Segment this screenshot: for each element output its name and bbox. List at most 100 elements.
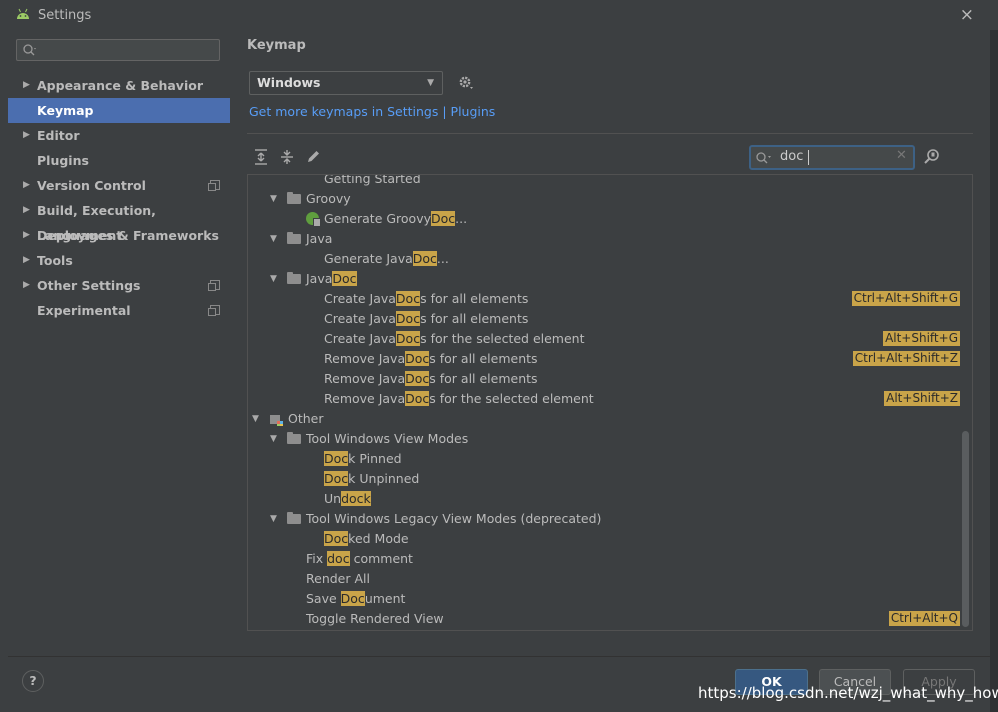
pencil-icon[interactable] xyxy=(306,149,321,164)
tree-action-row[interactable]: Getting Started xyxy=(248,174,960,189)
collapse-arrow-icon[interactable]: ▼ xyxy=(270,229,277,249)
tree-item-label: Remove JavaDocs for all elements xyxy=(324,349,538,369)
expand-arrow-icon[interactable]: ▶ xyxy=(23,73,30,98)
tree-action-row[interactable]: Dock Pinned xyxy=(248,449,960,469)
sidebar-search[interactable] xyxy=(16,39,220,61)
sidebar-item-build-execution-deployment[interactable]: ▶ Build, Execution, Deployment xyxy=(8,198,230,243)
tree-action-row[interactable]: Dock Unpinned xyxy=(248,469,960,489)
sidebar-search-input[interactable] xyxy=(41,42,215,60)
label-text: s for the selected element xyxy=(420,331,585,346)
expand-arrow-icon[interactable]: ▶ xyxy=(23,123,30,148)
sidebar-item-experimental[interactable]: Experimental xyxy=(8,298,230,323)
label-text: Create Java xyxy=(324,311,396,326)
tree-action-row[interactable]: Undock xyxy=(248,489,960,509)
expand-arrow-icon[interactable]: ▶ xyxy=(23,273,30,298)
collapse-arrow-icon[interactable]: ▼ xyxy=(270,189,277,209)
label-text: Save xyxy=(306,591,341,606)
expand-all-icon[interactable] xyxy=(254,149,268,165)
collapse-arrow-icon[interactable]: ▼ xyxy=(270,429,277,449)
search-match-highlight: Doc xyxy=(405,391,430,406)
project-scope-icon xyxy=(208,305,220,316)
tree-action-row[interactable]: Create JavaDocs for all elements xyxy=(248,309,960,329)
tree-item-label: Generate GroovyDoc... xyxy=(324,209,467,229)
tree-action-row[interactable]: Docked Mode xyxy=(248,529,960,549)
label-text: k Unpinned xyxy=(348,471,420,486)
collapse-all-icon[interactable] xyxy=(280,149,294,165)
settings-nav: ▶ Appearance & Behavior Keymap ▶ Editor Plugi… xyxy=(8,73,230,323)
keymap-search-input[interactable]: doc xyxy=(780,149,803,164)
tree-group-row[interactable]: ▼ Tool Windows Legacy View Modes (depreca… xyxy=(248,509,960,529)
tree-action-row[interactable]: Generate JavaDoc... xyxy=(248,249,960,269)
label-text: Tool Windows Legacy View Modes (deprecat… xyxy=(306,511,602,526)
search-match-highlight: Doc xyxy=(395,331,421,346)
collapse-arrow-icon[interactable]: ▼ xyxy=(252,409,259,429)
get-more-keymaps-link[interactable]: Get more keymaps in Settings | Plugins xyxy=(249,104,495,119)
keymap-dropdown-value: Windows xyxy=(257,75,321,90)
sidebar-item-version-control[interactable]: ▶ Version Control xyxy=(8,173,230,198)
tree-action-row[interactable]: Render All xyxy=(248,569,960,589)
background-strip xyxy=(990,0,998,712)
sidebar-item-other-settings[interactable]: ▶ Other Settings xyxy=(8,273,230,298)
tree-action-row[interactable]: Save Document xyxy=(248,589,960,609)
sidebar-item-keymap[interactable]: Keymap xyxy=(8,98,230,123)
collapse-arrow-icon[interactable]: ▼ xyxy=(270,269,277,289)
keymap-search-field[interactable]: doc ✕ xyxy=(749,145,915,170)
vertical-scrollbar[interactable] xyxy=(962,431,969,627)
tree-action-row[interactable]: Fix doc comment xyxy=(248,549,960,569)
label-text: Create Java xyxy=(324,291,396,306)
tree-action-row[interactable]: Generate GroovyDoc... xyxy=(248,209,960,229)
folder-icon xyxy=(287,232,301,244)
tree-group-row[interactable]: ▼ Other xyxy=(248,409,960,429)
project-scope-icon xyxy=(208,180,220,191)
groovy-icon xyxy=(306,212,321,227)
tree-action-row[interactable]: Toggle Rendered View Ctrl+Alt+Q xyxy=(248,609,960,629)
shortcut-badge: Ctrl+Alt+Shift+G xyxy=(851,291,960,306)
expand-arrow-icon[interactable]: ▶ xyxy=(23,173,30,198)
expand-arrow-icon[interactable]: ▶ xyxy=(23,223,30,248)
label-text: ked Mode xyxy=(348,531,409,546)
sidebar-item-editor[interactable]: ▶ Editor xyxy=(8,123,230,148)
chevron-down-icon: ▼ xyxy=(427,78,434,88)
tree-action-row[interactable]: Create JavaDocs for all elements Ctrl+Alt… xyxy=(248,289,960,309)
folder-icon xyxy=(287,512,301,524)
tree-group-row[interactable]: ▼ Java xyxy=(248,229,960,249)
tree-group-row[interactable]: ▼ Groovy xyxy=(248,189,960,209)
project-scope-icon xyxy=(208,280,220,291)
tree-group-row[interactable]: ▼ Tool Windows View Modes xyxy=(248,429,960,449)
search-match-highlight: Doc xyxy=(332,271,357,286)
expand-arrow-icon[interactable]: ▶ xyxy=(23,198,30,223)
tree-item-label: Render All xyxy=(306,569,370,589)
tree-item-label: Other xyxy=(288,409,324,429)
sidebar-item-plugins[interactable]: Plugins xyxy=(8,148,230,173)
search-icon xyxy=(23,44,36,56)
tree-item-label: Tool Windows View Modes xyxy=(306,429,468,449)
clear-icon[interactable]: ✕ xyxy=(896,148,907,163)
tree-action-row[interactable]: Create JavaDocs for the selected element… xyxy=(248,329,960,349)
sidebar-item-tools[interactable]: ▶ Tools xyxy=(8,248,230,273)
label-text: Un xyxy=(324,491,342,506)
tree-action-row[interactable]: Remove JavaDocs for all elements Ctrl+Alt… xyxy=(248,349,960,369)
sidebar-item-label: Version Control xyxy=(37,178,146,193)
collapse-arrow-icon[interactable]: ▼ xyxy=(270,509,277,529)
keymap-dropdown[interactable]: Windows ▼ xyxy=(249,71,443,95)
folder-icon xyxy=(287,272,301,284)
search-match-highlight: Doc xyxy=(431,211,456,226)
label-text: Getting Started xyxy=(324,174,421,186)
help-button[interactable]: ? xyxy=(22,670,44,692)
tree-group-row[interactable]: ▼ JavaDoc xyxy=(248,269,960,289)
sidebar-item-appearance-behavior[interactable]: ▶ Appearance & Behavior xyxy=(8,73,230,98)
sidebar-item-languages-frameworks[interactable]: ▶ Languages & Frameworks xyxy=(8,223,230,248)
footer-divider xyxy=(8,656,990,657)
tree-item-label: Dock Unpinned xyxy=(324,469,419,489)
gear-icon[interactable] xyxy=(458,75,474,91)
tree-action-row[interactable]: Remove JavaDocs for the selected element… xyxy=(248,389,960,409)
expand-arrow-icon[interactable]: ▶ xyxy=(23,248,30,273)
tree-action-row[interactable]: Remove JavaDocs for all elements xyxy=(248,369,960,389)
tree-item-label: Getting Started xyxy=(324,174,421,189)
shortcut-badge: Ctrl+Alt+Q xyxy=(888,611,960,626)
label-text: Generate Java xyxy=(324,251,413,266)
shortcut-badge: Alt+Shift+G xyxy=(883,331,960,346)
close-icon[interactable]: × xyxy=(960,5,974,25)
android-icon xyxy=(17,8,29,19)
find-by-shortcut-icon[interactable] xyxy=(923,148,941,166)
